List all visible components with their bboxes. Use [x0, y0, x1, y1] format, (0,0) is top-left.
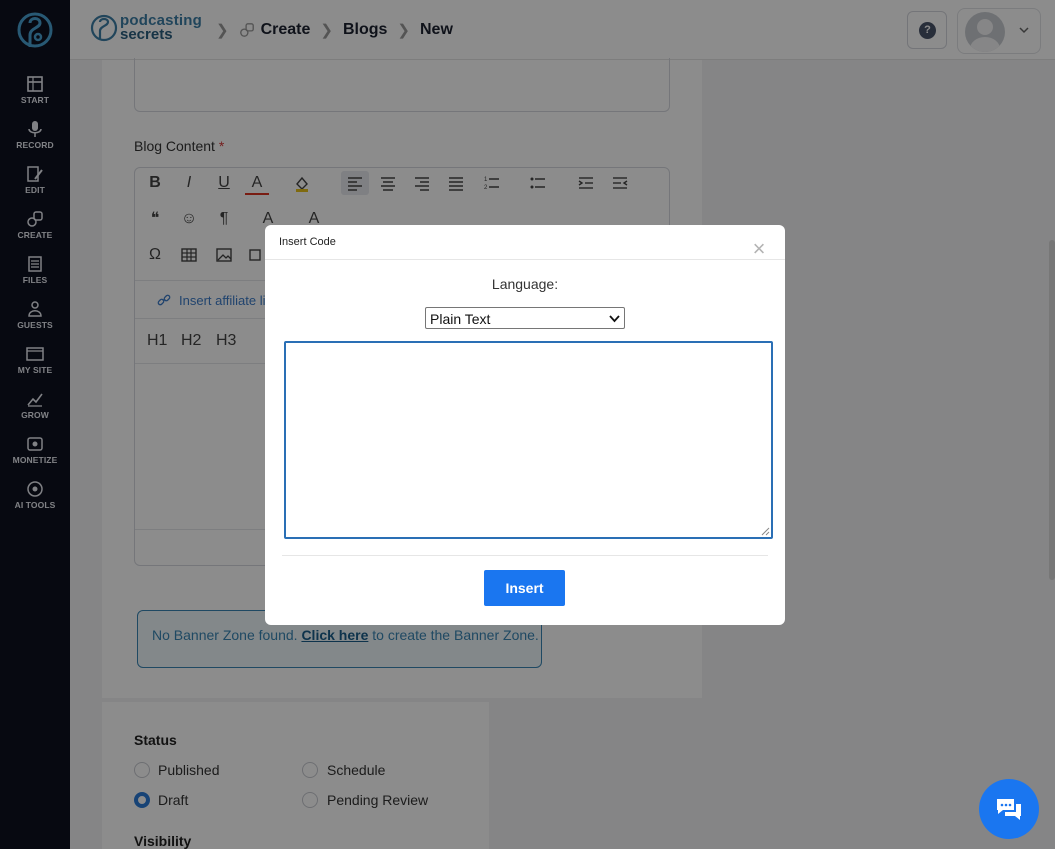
close-icon[interactable]: × [749, 238, 769, 260]
language-selected-value: Plain Text [430, 311, 491, 327]
chevron-down-icon [609, 315, 620, 323]
insert-code-dialog: Insert Code × Language: Plain Text Inser… [265, 225, 785, 625]
chat-icon [997, 799, 1021, 820]
dialog-header: Insert Code × [265, 225, 785, 260]
language-select[interactable]: Plain Text [425, 307, 625, 329]
chat-launcher-button[interactable] [979, 779, 1039, 839]
code-textarea[interactable] [284, 341, 773, 539]
resize-handle-icon[interactable] [761, 527, 770, 536]
dialog-divider [282, 555, 768, 556]
dialog-title: Insert Code [279, 236, 336, 248]
language-label: Language: [491, 276, 559, 292]
insert-button[interactable]: Insert [484, 570, 565, 606]
